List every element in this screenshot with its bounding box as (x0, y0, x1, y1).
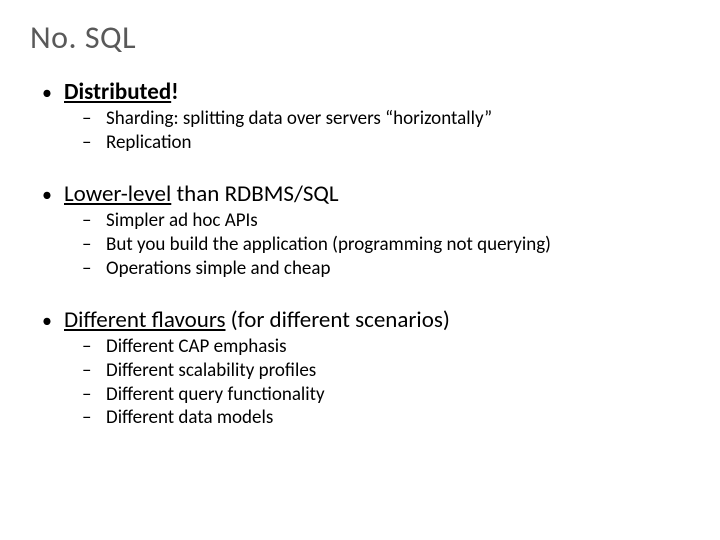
bullet-row: • Different flavours (for different scen… (42, 307, 690, 333)
dash-icon: – (82, 131, 106, 155)
sub-text: Different query functionality (106, 383, 325, 407)
bullet-label-main: Different flavours (64, 306, 225, 334)
bullet-label: Lower-level than RDBMS/SQL (64, 181, 339, 207)
sub-item: –Simpler ad hoc APIs (82, 209, 690, 233)
bullet-dot-icon: • (42, 184, 64, 207)
bullet-label-suffix: ! (171, 78, 179, 106)
bullet-row: • Distributed! (42, 79, 690, 105)
dash-icon: – (82, 233, 106, 257)
sub-text: Different data models (106, 406, 273, 430)
bullet-label-main: Lower-level (64, 180, 171, 208)
sub-item: –Different data models (82, 406, 690, 430)
dash-icon: – (82, 406, 106, 430)
sub-item: –Sharding: splitting data over servers “… (82, 107, 690, 131)
bullet-item-lower-level: • Lower-level than RDBMS/SQL –Simpler ad… (42, 181, 690, 281)
dash-icon: – (82, 359, 106, 383)
sub-text: Different CAP emphasis (106, 335, 287, 359)
bullet-dot-icon: • (42, 82, 64, 105)
sub-list: –Simpler ad hoc APIs –But you build the … (42, 209, 690, 280)
sub-item: –Different CAP emphasis (82, 335, 690, 359)
sub-list: –Sharding: splitting data over servers “… (42, 107, 690, 155)
sub-list: –Different CAP emphasis –Different scala… (42, 335, 690, 430)
sub-item: –Different scalability profiles (82, 359, 690, 383)
sub-text: Operations simple and cheap (106, 257, 330, 281)
sub-text: Simpler ad hoc APIs (106, 209, 258, 233)
bullet-label: Distributed! (64, 79, 179, 105)
dash-icon: – (82, 335, 106, 359)
bullet-label-main: Distributed (64, 78, 171, 106)
sub-text: Replication (106, 131, 192, 155)
bullet-list: • Distributed! –Sharding: splitting data… (30, 79, 690, 430)
bullet-item-distributed: • Distributed! –Sharding: splitting data… (42, 79, 690, 155)
sub-item: –Replication (82, 131, 690, 155)
sub-item: –Operations simple and cheap (82, 257, 690, 281)
dash-icon: – (82, 209, 106, 233)
dash-icon: – (82, 107, 106, 131)
slide: No. SQL • Distributed! –Sharding: splitt… (0, 0, 720, 540)
sub-item: –Different query functionality (82, 383, 690, 407)
dash-icon: – (82, 383, 106, 407)
sub-item: –But you build the application (programm… (82, 233, 690, 257)
bullet-dot-icon: • (42, 310, 64, 333)
dash-icon: – (82, 257, 106, 281)
bullet-label: Different flavours (for different scenar… (64, 307, 450, 333)
bullet-label-plain: (for different scenarios) (225, 306, 449, 334)
sub-text: But you build the application (programmi… (106, 233, 551, 257)
slide-title: No. SQL (30, 18, 690, 57)
bullet-label-plain: than RDBMS/SQL (171, 180, 338, 208)
sub-text: Sharding: splitting data over servers “h… (106, 107, 492, 131)
sub-text: Different scalability profiles (106, 359, 316, 383)
bullet-item-flavours: • Different flavours (for different scen… (42, 307, 690, 430)
bullet-row: • Lower-level than RDBMS/SQL (42, 181, 690, 207)
